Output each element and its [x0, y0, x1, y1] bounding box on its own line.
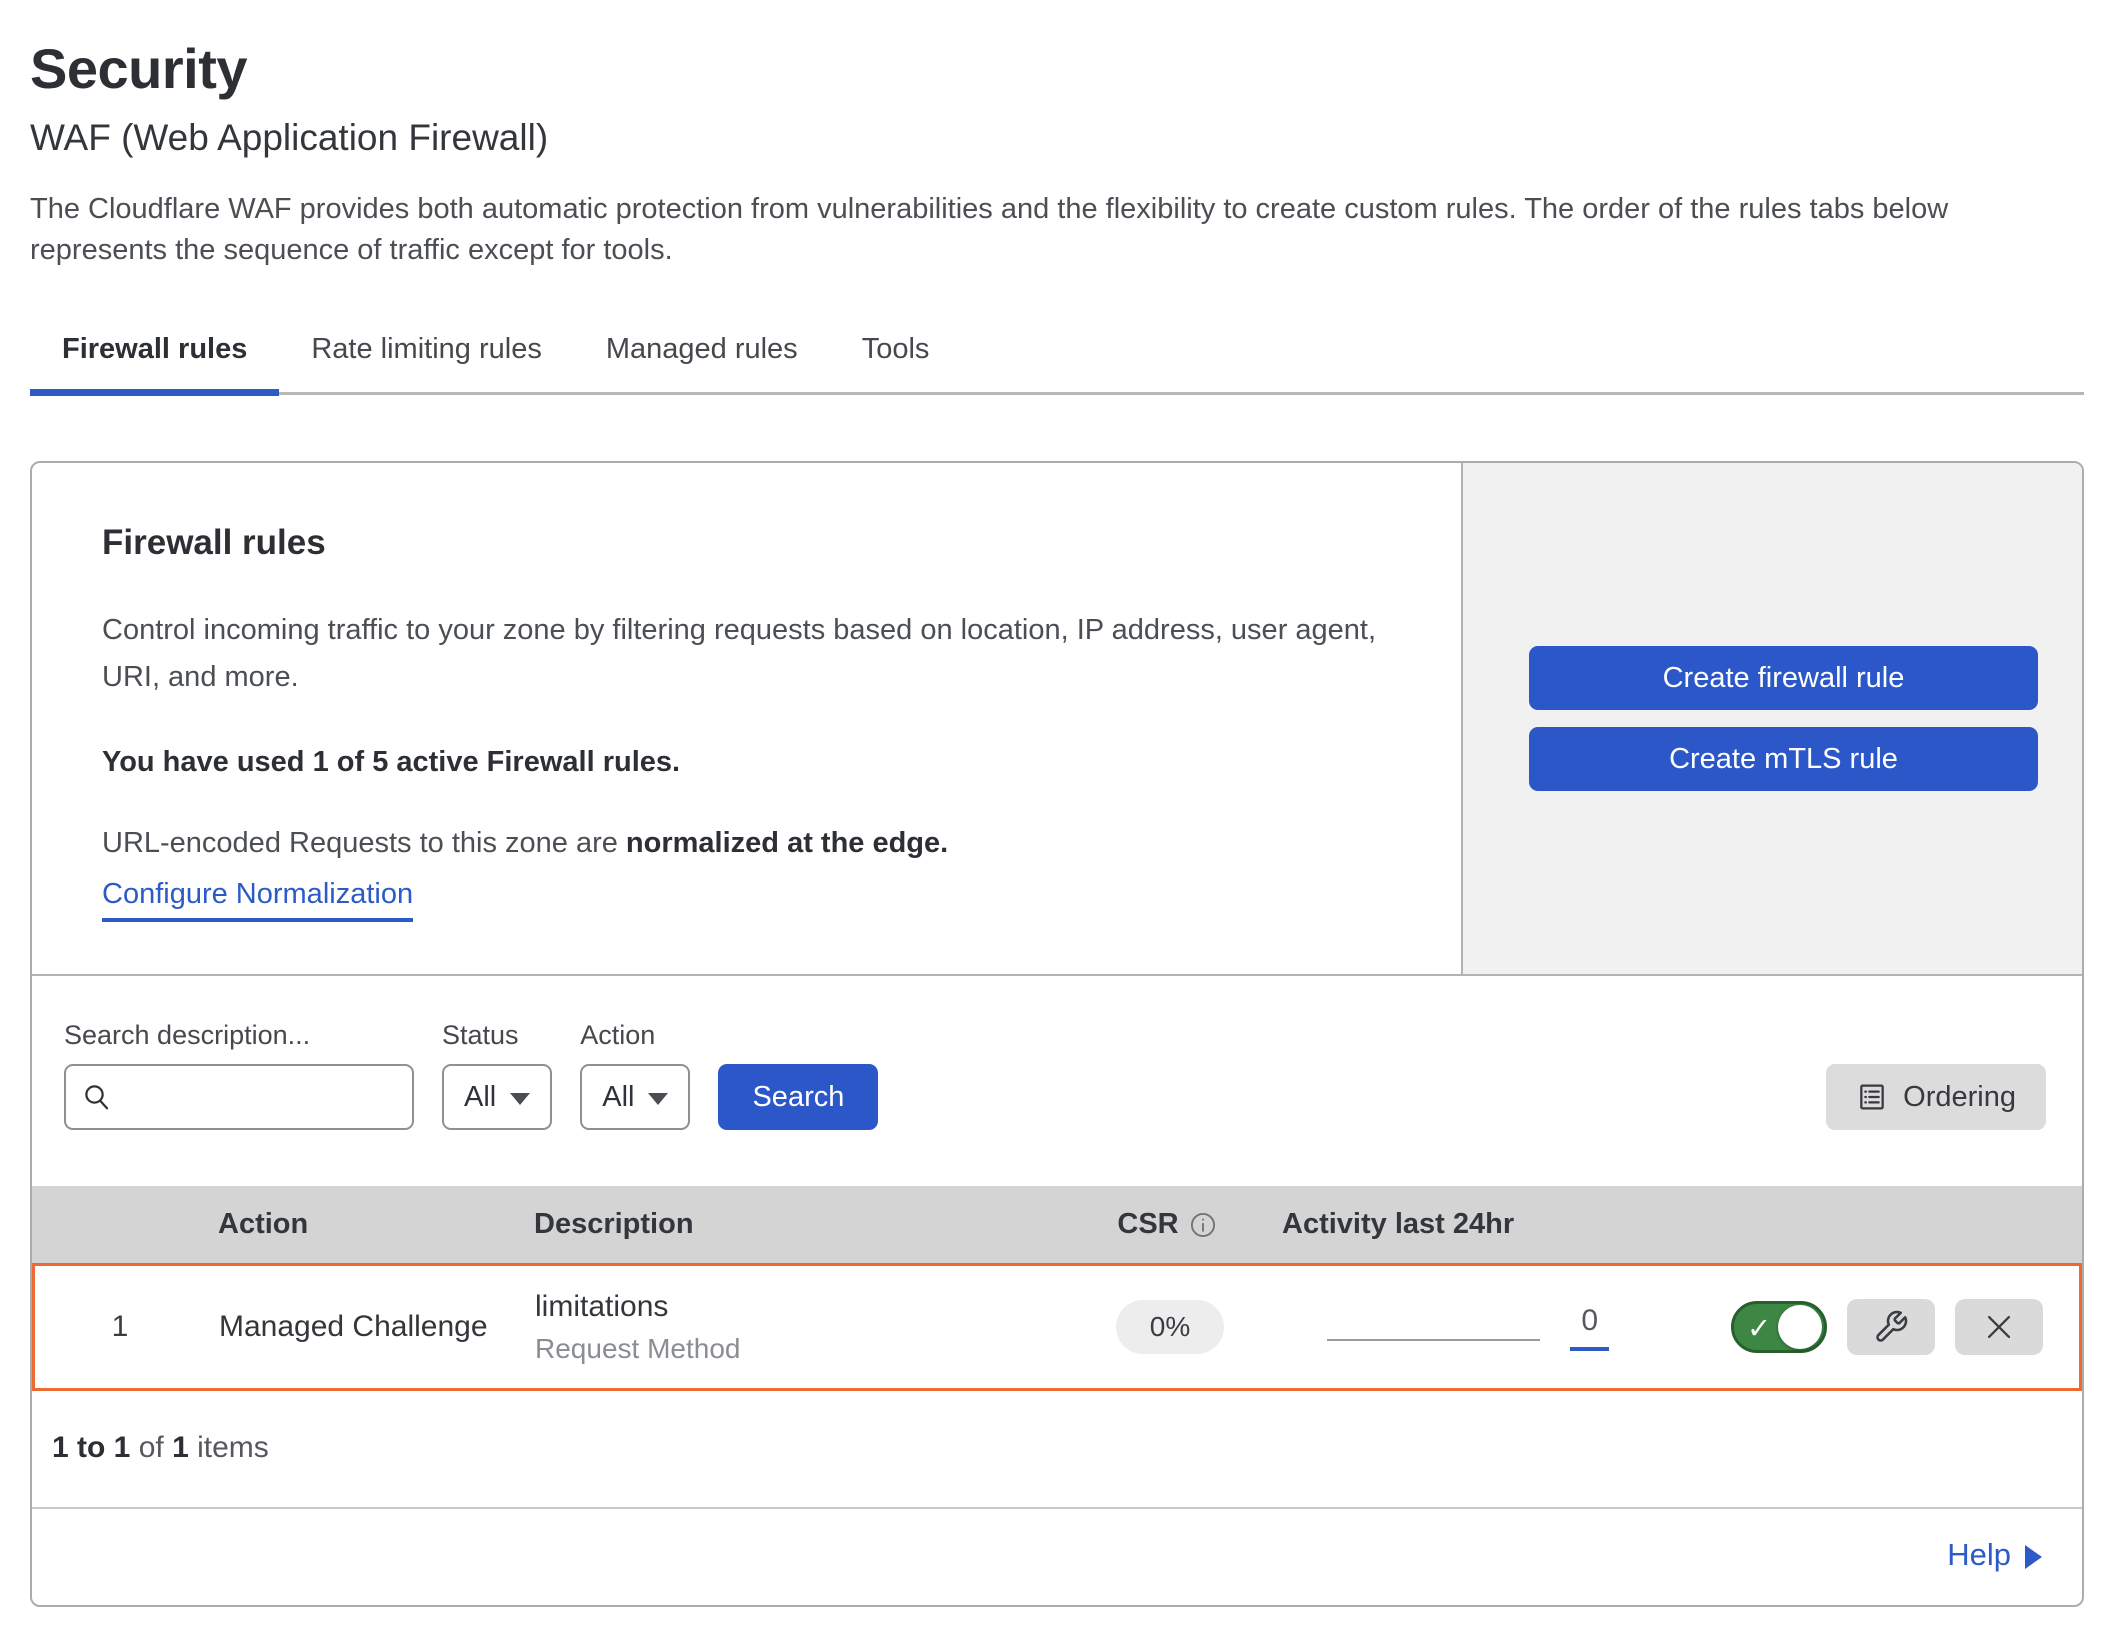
- column-csr-label: CSR: [1117, 1208, 1178, 1241]
- search-button[interactable]: Search: [718, 1064, 878, 1130]
- column-activity: Activity last 24hr: [1272, 1208, 1702, 1241]
- normalization-bold-text: normalized at the edge.: [626, 827, 948, 859]
- tab-tools[interactable]: Tools: [830, 317, 962, 392]
- caret-down-icon: [510, 1093, 530, 1105]
- rule-controls: ✓: [1705, 1299, 2079, 1355]
- panel-description: Control incoming traffic to your zone by…: [102, 607, 1391, 700]
- status-filter-label: Status: [442, 1020, 552, 1051]
- ordering-button[interactable]: Ordering: [1826, 1064, 2046, 1130]
- page-title: Security: [30, 36, 2084, 101]
- toggle-knob: [1778, 1305, 1822, 1349]
- filter-toolbar: Search description... Status All: [32, 976, 2082, 1186]
- status-filter-field: Status All: [442, 1020, 552, 1130]
- close-icon: [1982, 1310, 2016, 1344]
- column-action: Action: [202, 1208, 522, 1241]
- page-subtitle: WAF (Web Application Firewall): [30, 117, 2084, 159]
- status-select-value: All: [464, 1081, 496, 1114]
- status-select[interactable]: All: [442, 1064, 552, 1130]
- waf-tabs: Firewall rules Rate limiting rules Manag…: [30, 317, 2084, 395]
- rule-description: limitations: [535, 1290, 1065, 1324]
- panel-heading: Firewall rules: [102, 523, 1391, 563]
- search-icon: [82, 1082, 112, 1112]
- rule-description-cell: limitations Request Method: [525, 1290, 1065, 1365]
- info-icon[interactable]: [1189, 1211, 1217, 1239]
- help-link-label: Help: [1947, 1537, 2011, 1573]
- search-description-label: Search description...: [64, 1020, 414, 1051]
- tab-firewall-rules[interactable]: Firewall rules: [30, 317, 279, 392]
- tab-managed-rules[interactable]: Managed rules: [574, 317, 830, 392]
- help-link[interactable]: Help: [1947, 1537, 2042, 1573]
- table-row-rule-1: 1 Managed Challenge limitations Request …: [32, 1263, 2082, 1391]
- activity-sparkline: [1327, 1339, 1540, 1341]
- activity-count-link[interactable]: 0: [1570, 1304, 1609, 1351]
- waf-page: Security WAF (Web Application Firewall) …: [0, 0, 2114, 1607]
- rule-csr-cell: 0%: [1065, 1300, 1275, 1354]
- column-description: Description: [522, 1208, 1062, 1241]
- page-description: The Cloudflare WAF provides both automat…: [30, 189, 2080, 271]
- firewall-rules-summary-section: Firewall rules Control incoming traffic …: [32, 463, 2082, 976]
- toggle-check-icon: ✓: [1747, 1311, 1771, 1346]
- wrench-icon: [1873, 1309, 1909, 1345]
- configure-normalization-link[interactable]: Configure Normalization: [102, 878, 413, 922]
- help-arrow-icon: [2025, 1545, 2042, 1569]
- rules-table-header: Action Description CSR Activity last 24h…: [32, 1186, 2082, 1263]
- normalization-text: URL-encoded Requests to this zone are: [102, 827, 618, 859]
- normalization-note: URL-encoded Requests to this zone are no…: [102, 827, 1391, 860]
- rule-action: Managed Challenge: [205, 1310, 525, 1344]
- rule-activity-cell: 0: [1275, 1304, 1705, 1351]
- ordering-button-label: Ordering: [1903, 1081, 2016, 1114]
- pagination-of: of: [139, 1431, 164, 1464]
- tab-rate-limiting-rules[interactable]: Rate limiting rules: [279, 317, 573, 392]
- caret-down-icon: [648, 1093, 668, 1105]
- firewall-rules-info: Firewall rules Control incoming traffic …: [32, 463, 1461, 974]
- pagination-items: items: [197, 1431, 269, 1464]
- delete-rule-button[interactable]: [1955, 1299, 2043, 1355]
- create-rule-panel: Create firewall rule Create mTLS rule: [1461, 463, 2082, 974]
- firewall-rules-card: Firewall rules Control incoming traffic …: [30, 461, 2084, 1607]
- edit-rule-button[interactable]: [1847, 1299, 1935, 1355]
- rule-priority: 1: [35, 1310, 205, 1344]
- create-mtls-rule-button[interactable]: Create mTLS rule: [1529, 727, 2038, 791]
- action-select[interactable]: All: [580, 1064, 690, 1130]
- ordering-list-icon: [1856, 1081, 1888, 1113]
- search-input[interactable]: [124, 1080, 396, 1114]
- pagination-range: 1 to 1: [52, 1431, 130, 1464]
- rule-expression-summary: Request Method: [535, 1333, 1065, 1365]
- action-filter-field: Action All: [580, 1020, 690, 1130]
- pagination-total: 1: [172, 1431, 189, 1464]
- search-box: [64, 1064, 414, 1130]
- search-description-field: Search description...: [64, 1020, 414, 1130]
- usage-summary: You have used 1 of 5 active Firewall rul…: [102, 746, 1391, 779]
- action-select-value: All: [602, 1081, 634, 1114]
- pagination-summary: 1 to 1 of 1 items: [32, 1391, 2082, 1509]
- csr-badge: 0%: [1116, 1300, 1224, 1354]
- create-firewall-rule-button[interactable]: Create firewall rule: [1529, 646, 2038, 710]
- card-footer: Help: [32, 1509, 2082, 1605]
- rule-enabled-toggle[interactable]: ✓: [1731, 1301, 1827, 1353]
- column-csr: CSR: [1062, 1208, 1272, 1241]
- action-filter-label: Action: [580, 1020, 690, 1051]
